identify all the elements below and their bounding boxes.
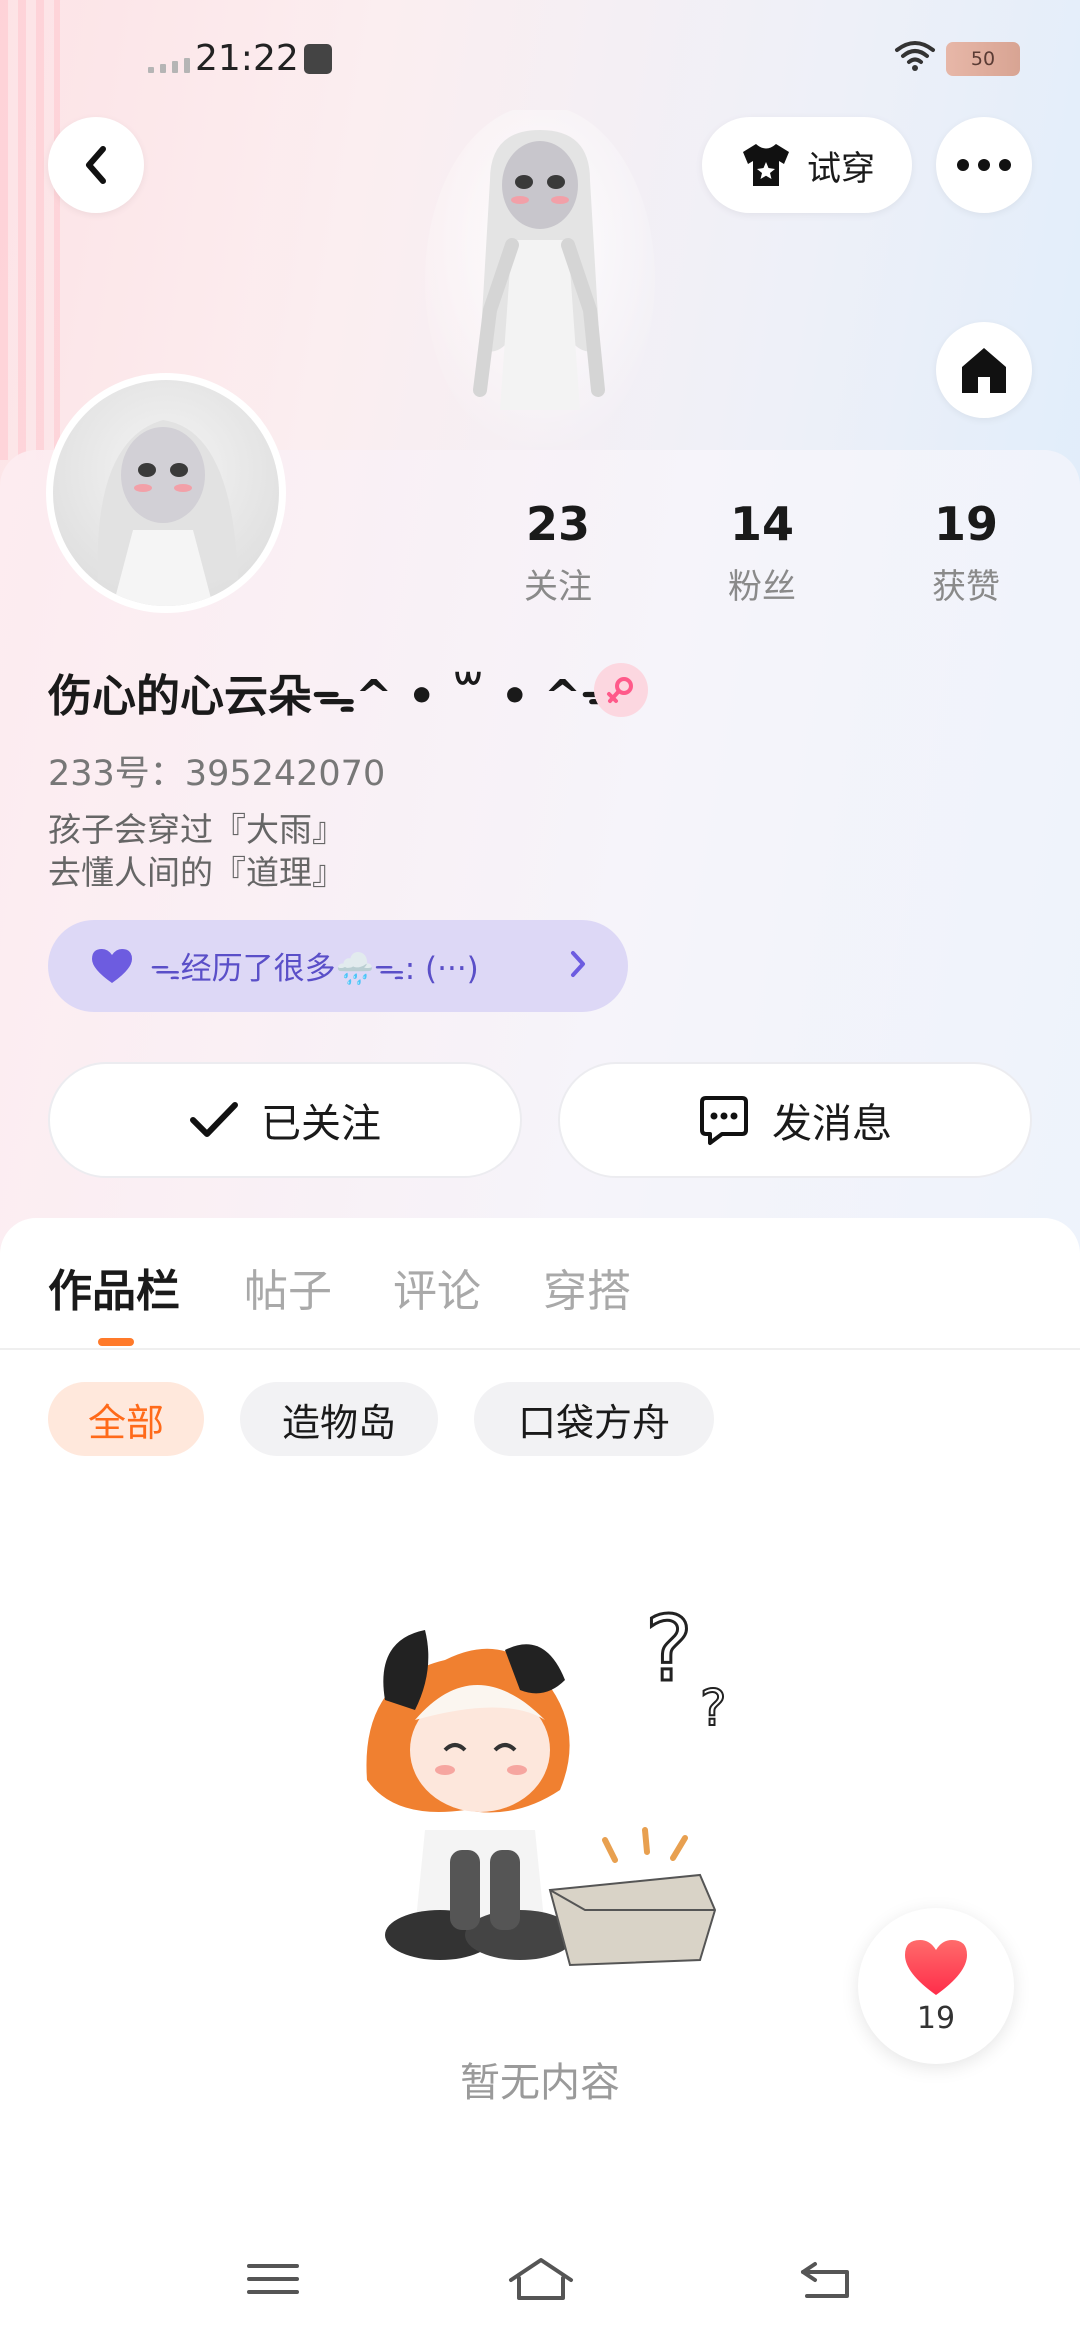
avatar[interactable] — [46, 373, 286, 613]
bio-line: 孩子会穿过『大雨』 — [48, 810, 345, 849]
home-icon — [962, 348, 1006, 393]
follow-button[interactable]: 已关注 — [48, 1062, 522, 1178]
stat-value: 14 — [729, 497, 794, 551]
avatar-3d-figure — [425, 110, 655, 455]
svg-text:?: ? — [645, 1597, 693, 1702]
stat-value: 19 — [933, 497, 998, 551]
heart-icon — [905, 1939, 967, 1995]
female-icon — [594, 663, 648, 717]
chevron-right-icon — [571, 951, 585, 977]
heart-icon — [92, 949, 132, 983]
svg-text:?: ? — [700, 1679, 727, 1737]
stat-followers[interactable]: 14 粉丝 — [682, 497, 842, 608]
tab-indicator — [98, 1338, 134, 1346]
signal-icon — [148, 58, 190, 73]
filter-creation-island[interactable]: 造物岛 — [240, 1382, 438, 1456]
bio: 孩子会穿过『大雨』 去懂人间的『道理』 — [48, 808, 345, 894]
user-id: 233号：395242070 — [48, 754, 386, 794]
stat-value: 23 — [525, 497, 590, 551]
try-on-label: 试穿 — [807, 148, 875, 189]
status-time: 21:22 — [195, 38, 299, 79]
status-bar: 21:22 50 — [0, 30, 1080, 90]
tab-outfits[interactable]: 穿搭 — [543, 1255, 631, 1319]
mood-text: ᯓ经历了很多🌧️ᯓ: (···) — [150, 951, 479, 987]
message-button[interactable]: 发消息 — [558, 1062, 1032, 1178]
menu-icon[interactable] — [243, 2254, 303, 2304]
divider — [0, 1348, 1080, 1350]
chat-icon — [700, 1096, 748, 1145]
tab-comments[interactable]: 评论 — [393, 1255, 481, 1319]
filter-all[interactable]: 全部 — [48, 1382, 204, 1456]
check-icon — [190, 1102, 238, 1137]
stat-label: 关注 — [524, 567, 592, 607]
mood-status-pill[interactable]: ᯓ经历了很多🌧️ᯓ: (···) — [48, 920, 628, 1012]
back-nav-icon[interactable] — [795, 2254, 855, 2304]
stat-label: 粉丝 — [728, 567, 796, 607]
empty-state-illustration: ? ? — [366, 1596, 728, 1967]
stat-following[interactable]: 23 关注 — [478, 497, 638, 608]
stat-likes[interactable]: 19 获赞 — [886, 497, 1046, 608]
follow-label: 已关注 — [261, 1101, 381, 1147]
shirt-icon — [743, 144, 789, 186]
like-button[interactable]: 19 — [858, 1908, 1014, 2064]
more-icon — [957, 159, 1011, 171]
more-button[interactable] — [936, 117, 1032, 213]
profile-name: 伤心的心云朵ᯓ^ • ꒳ • ^ᯓ — [48, 671, 625, 722]
home-nav-icon[interactable] — [505, 2254, 577, 2304]
like-count: 19 — [916, 2000, 956, 2036]
back-arrow-icon — [86, 146, 106, 184]
system-nav-bar — [0, 2220, 1080, 2340]
message-label: 发消息 — [772, 1101, 892, 1147]
battery-indicator: 50 — [946, 42, 1020, 76]
filter-pocket-ark[interactable]: 口袋方舟 — [474, 1382, 714, 1456]
tab-works[interactable]: 作品栏 — [48, 1255, 180, 1319]
back-button[interactable] — [48, 117, 144, 213]
tab-posts[interactable]: 帖子 — [244, 1255, 332, 1319]
wifi-icon — [895, 41, 935, 71]
try-on-button[interactable]: 试穿 — [702, 117, 912, 213]
stat-label: 获赞 — [932, 567, 1000, 607]
notification-icon — [304, 44, 332, 74]
avatar-portrait — [97, 420, 238, 606]
bio-line: 去懂人间的『道理』 — [48, 853, 345, 892]
home-button[interactable] — [936, 322, 1032, 418]
